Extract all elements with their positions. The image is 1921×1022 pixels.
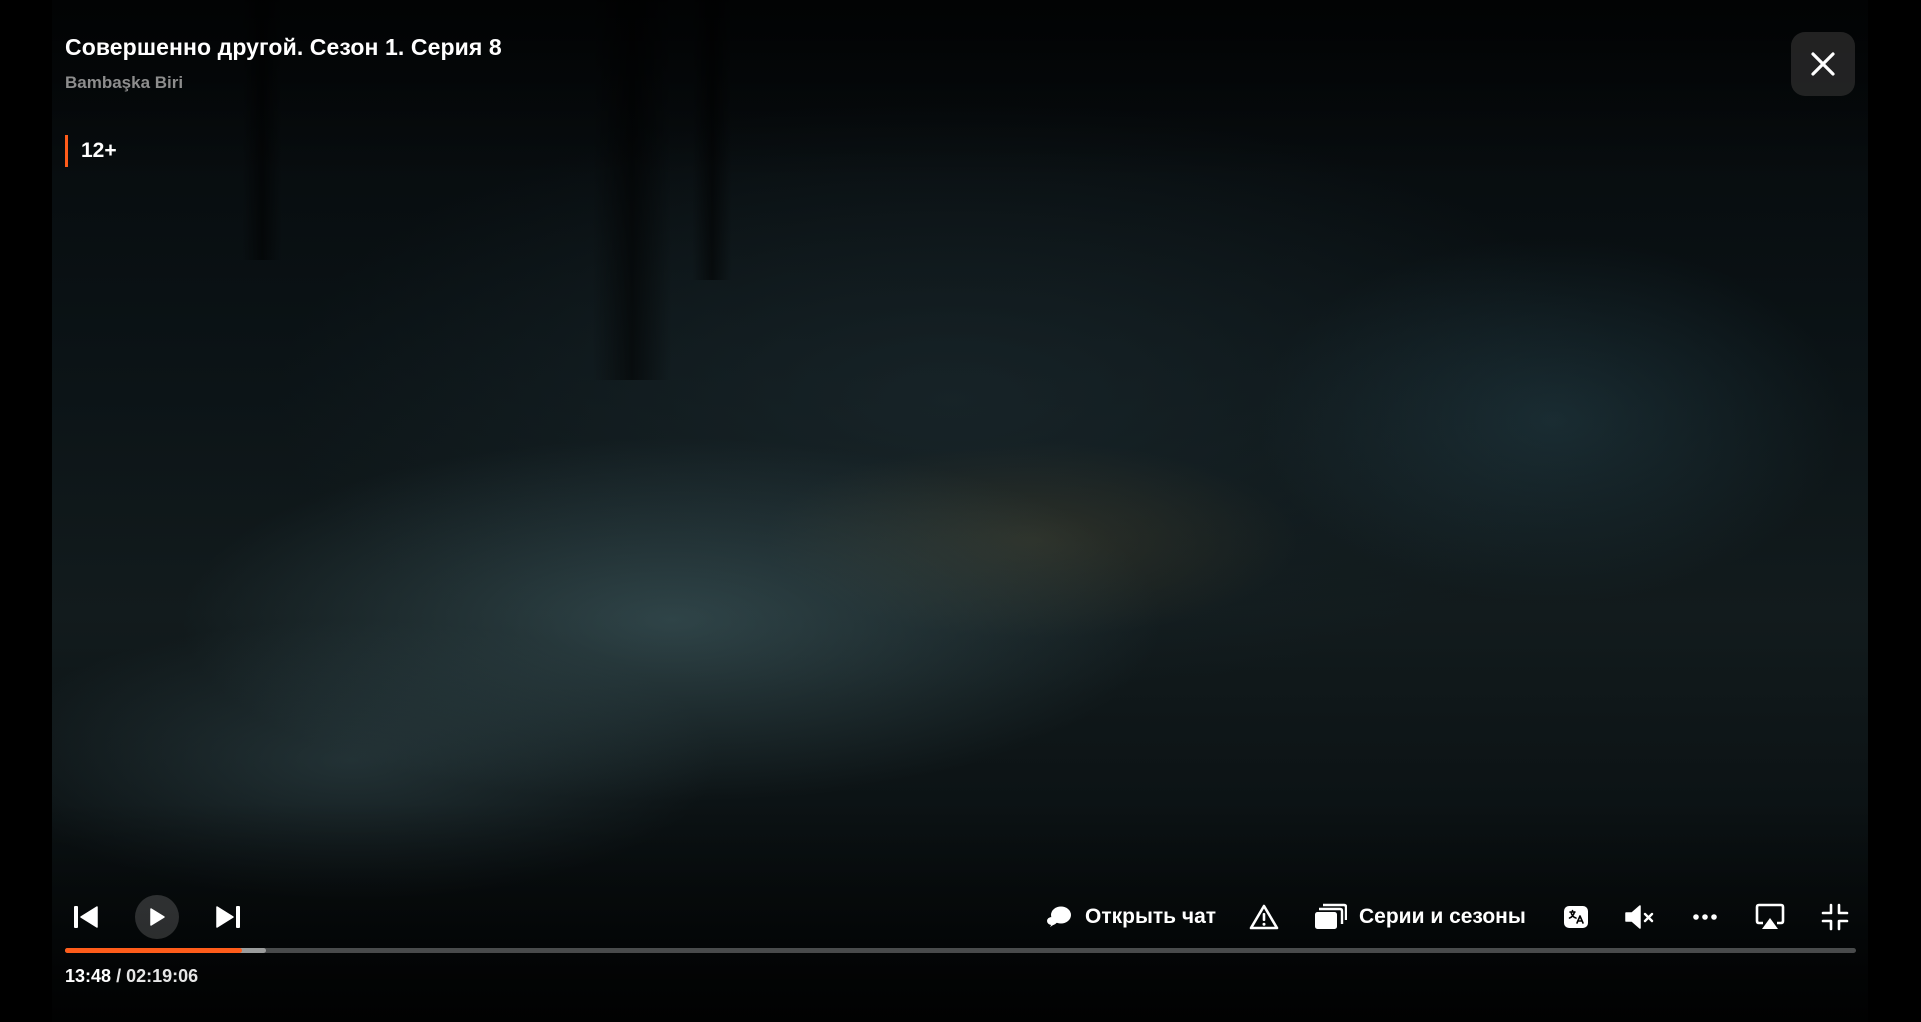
subtitles-icon: [1562, 904, 1590, 930]
play-button-circle: [135, 895, 179, 939]
previous-episode-button[interactable]: [71, 892, 101, 942]
airplay-button[interactable]: [1753, 892, 1787, 942]
original-title: Bambaşka Biri: [65, 73, 184, 92]
progress-bar[interactable]: [65, 948, 1856, 953]
episodes-icon: [1313, 903, 1347, 931]
exit-fullscreen-button[interactable]: [1818, 892, 1852, 942]
chat-icon: [1045, 904, 1073, 930]
total-duration: 02:19:06: [126, 966, 199, 986]
more-icon: [1692, 913, 1718, 921]
open-chat-button[interactable]: Открыть чат: [1045, 892, 1220, 942]
exit-fullscreen-icon: [1821, 903, 1849, 931]
episodes-and-seasons-label: Серии и сезоны: [1359, 905, 1526, 928]
subtitles-audio-button[interactable]: [1560, 892, 1592, 942]
episode-title: Совершенно другой. Сезон 1. Серия 8: [65, 34, 502, 60]
close-icon: [1810, 51, 1836, 77]
more-options-button[interactable]: [1689, 892, 1721, 942]
skip-previous-icon: [73, 905, 99, 929]
playback-time: 13:48 / 02:19:06: [65, 966, 198, 987]
current-time: 13:48: [65, 966, 112, 986]
airplay-icon: [1755, 903, 1785, 931]
episodes-and-seasons-button[interactable]: Серии и сезоны: [1313, 892, 1538, 942]
warning-icon: [1249, 903, 1279, 931]
play-button[interactable]: [134, 892, 180, 942]
open-chat-label: Открыть чат: [1085, 905, 1217, 928]
close-button[interactable]: [1791, 32, 1855, 96]
play-icon: [148, 907, 166, 927]
volume-muted-icon: [1624, 904, 1656, 930]
player-controls: Открыть чат Серии и сезоны: [65, 892, 1856, 942]
top-gradient-overlay: [0, 0, 1921, 180]
next-episode-button[interactable]: [213, 892, 243, 942]
volume-button[interactable]: [1623, 892, 1657, 942]
report-button[interactable]: [1248, 892, 1280, 942]
time-separator: /: [116, 966, 122, 986]
progress-played: [65, 948, 243, 953]
age-rating-badge: 12+: [65, 135, 117, 167]
skip-next-icon: [215, 905, 241, 929]
